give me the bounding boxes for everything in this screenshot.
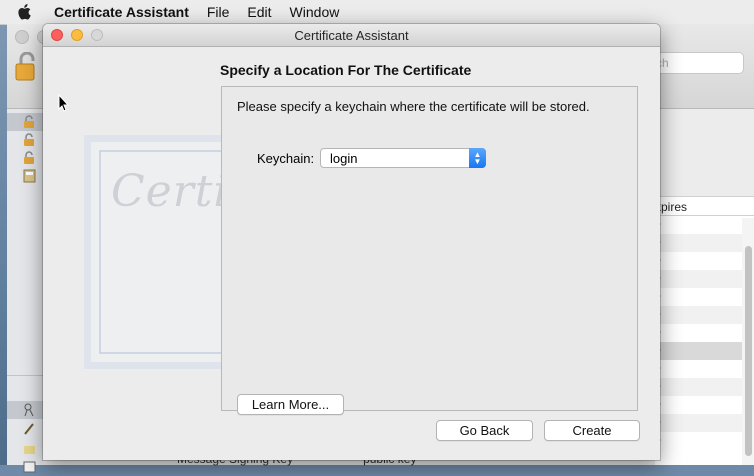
cursor-icon — [58, 94, 69, 112]
column-header-expires[interactable]: xpires — [655, 196, 754, 216]
list-item[interactable]: - — [655, 342, 754, 360]
keychain-icon — [24, 403, 34, 417]
list-item[interactable]: - — [655, 288, 754, 306]
sidebar-row[interactable] — [7, 458, 43, 476]
background-sidebar — [7, 109, 43, 473]
keychain-popup[interactable]: login ▲ ▼ — [320, 148, 486, 168]
list-item[interactable]: - — [655, 414, 754, 432]
lock-icon — [24, 115, 34, 128]
scroll-thumb[interactable] — [745, 246, 752, 456]
background-item-list: xpires - - - - - - - - - - - - - — [655, 196, 754, 465]
lock-icon — [24, 133, 34, 146]
list-item[interactable]: - — [655, 252, 754, 270]
create-button[interactable]: Create — [544, 420, 640, 441]
certificate-assistant-window: Certificate Assistant Certificate Specif… — [43, 24, 660, 460]
go-back-button[interactable]: Go Back — [436, 420, 533, 441]
pen-icon — [24, 423, 34, 435]
search-input[interactable]: ch — [647, 52, 744, 74]
menu-file[interactable]: File — [207, 4, 230, 20]
menu-app-name[interactable]: Certificate Assistant — [54, 4, 189, 20]
sidebar-row[interactable] — [7, 113, 43, 131]
learn-more-button[interactable]: Learn More... — [237, 394, 344, 415]
stepper-icon: ▲ ▼ — [469, 148, 486, 168]
keychain-value: login — [330, 151, 358, 166]
certificate-icon — [23, 461, 36, 473]
list-scrollbar[interactable] — [742, 218, 754, 465]
menu-edit[interactable]: Edit — [247, 4, 271, 20]
lock-icon[interactable] — [15, 52, 37, 82]
instruction-text: Please specify a keychain where the cert… — [237, 99, 590, 114]
list-item[interactable]: - — [655, 324, 754, 342]
sidebar-row[interactable] — [7, 131, 43, 149]
page-title: Specify a Location For The Certificate — [220, 62, 472, 78]
keychain-icon — [23, 169, 36, 183]
sidebar-row[interactable] — [7, 439, 43, 457]
menu-bar: Certificate Assistant File Edit Window — [0, 0, 754, 25]
list-item[interactable]: - — [655, 270, 754, 288]
menu-window[interactable]: Window — [290, 4, 340, 20]
list-item[interactable]: - — [655, 216, 754, 234]
list-item[interactable]: - — [655, 432, 754, 450]
keychain-label: Keychain: — [257, 151, 315, 166]
list-item[interactable]: - — [655, 396, 754, 414]
sidebar-divider — [7, 375, 43, 376]
sidebar-row[interactable] — [7, 401, 43, 419]
window-title: Certificate Assistant — [294, 28, 409, 43]
list-item[interactable]: - — [655, 360, 754, 378]
list-item[interactable]: - — [655, 306, 754, 324]
sidebar-row[interactable] — [7, 420, 43, 438]
list-item[interactable]: - — [655, 234, 754, 252]
apple-icon[interactable] — [17, 4, 31, 20]
sidebar-row[interactable] — [7, 149, 43, 167]
title-bar[interactable]: Certificate Assistant — [43, 24, 660, 47]
lock-icon — [24, 446, 35, 454]
sidebar-row[interactable] — [7, 167, 43, 185]
content-panel: Please specify a keychain where the cert… — [221, 86, 638, 415]
lock-icon — [24, 151, 34, 164]
list-item[interactable]: - — [655, 378, 754, 396]
